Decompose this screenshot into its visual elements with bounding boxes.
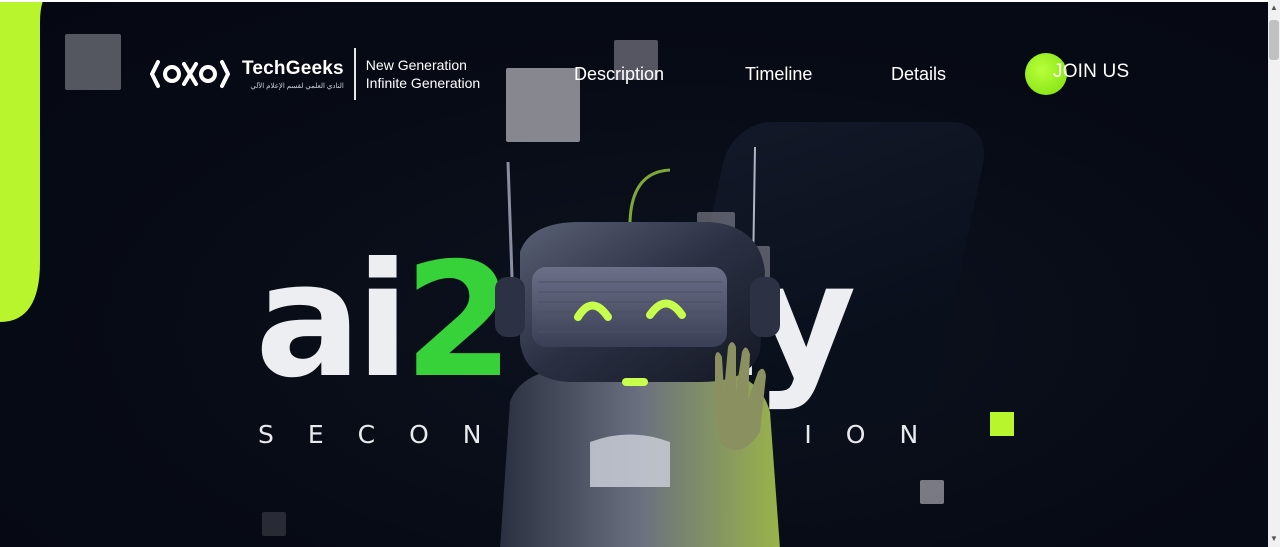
scrollbar[interactable]: ▲ ▼: [1268, 0, 1280, 547]
nav-description[interactable]: Description: [574, 64, 664, 85]
tagline-line-1: New Generation: [365, 57, 467, 73]
brand-name: TechGeeks: [242, 58, 344, 79]
decor-square: [65, 34, 121, 90]
brand-tagline: New Generation Infinite Generation: [366, 56, 480, 92]
hero-title-period: [990, 412, 1014, 436]
decor-square: [920, 480, 944, 504]
hero-section: TechGeeks النادي العلمي لقسم الإعلام الآ…: [0, 2, 1268, 547]
hero-title-part-1: ai: [255, 229, 410, 413]
scroll-up-icon[interactable]: ▲: [1269, 2, 1279, 14]
page: TechGeeks النادي العلمي لقسم الإعلام الآ…: [0, 0, 1280, 547]
scroll-down-icon[interactable]: ▼: [1269, 533, 1279, 545]
tagline-line-2: Infinite Generation: [365, 75, 481, 91]
nav-details[interactable]: Details: [891, 64, 946, 85]
brand[interactable]: TechGeeks النادي العلمي لقسم الإعلام الآ…: [150, 48, 480, 100]
techgeeks-logo-icon: [150, 60, 230, 88]
join-us-button[interactable]: JOIN US: [1053, 61, 1129, 83]
scroll-thumb[interactable]: [1269, 20, 1279, 60]
brand-arabic-subtitle: النادي العلمي لقسم الإعلام الآلي: [250, 83, 344, 90]
decor-square: [262, 512, 286, 536]
nav-timeline[interactable]: Timeline: [745, 64, 812, 85]
brand-divider: [353, 48, 356, 100]
decor-square: [506, 68, 580, 142]
robot-illustration: [495, 146, 780, 547]
